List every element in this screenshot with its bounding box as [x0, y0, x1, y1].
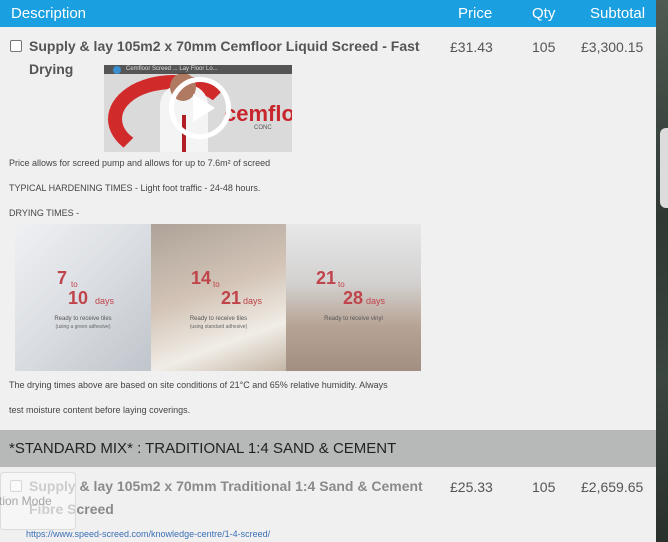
video-title-bar: Cemfloor Screed ... Lay Floor Lo...: [104, 65, 292, 74]
header-subtotal: Subtotal: [590, 5, 646, 22]
item2-price: £25.33: [450, 479, 493, 495]
item1-drying-label: DRYING TIMES -: [9, 208, 80, 218]
item1-price: £31.43: [450, 39, 493, 55]
drying-2-note: (using standard adhesive): [189, 324, 248, 330]
play-icon[interactable]: [169, 77, 231, 139]
item1-conditions-line2: test moisture content before laying cove…: [9, 405, 191, 415]
header-price: Price: [458, 5, 493, 22]
drying-2-from: 14: [191, 268, 212, 288]
item2-title: Supply & lay 105m2 x 70mm Traditional 1:…: [29, 475, 423, 521]
item2-qty: 105: [532, 479, 556, 495]
channel-icon: [113, 66, 121, 74]
drying-1-ready: Ready to receive tiles: [54, 316, 112, 322]
drying-times-image: 7 to 10 days Ready to receive tiles (usi…: [15, 224, 421, 371]
mode-toggle-overlay[interactable]: tion Mode: [0, 472, 76, 530]
item2-title-line2: Fibre Screed: [29, 501, 114, 517]
drying-3-unit: days: [366, 296, 386, 306]
table-header: Description Price Qty Subtotal: [0, 0, 656, 27]
drying-1-unit: days: [95, 296, 115, 306]
drying-panel-3: 21 to 28 days Ready to receive vinyl: [286, 224, 421, 371]
drying-3-ready: Ready to receive vinyl: [324, 316, 383, 322]
video-title: Cemfloor Screed ... Lay Floor Lo...: [126, 66, 218, 72]
quote-table: Description Price Qty Subtotal Supply & …: [0, 0, 656, 542]
drying-3-to: 28: [343, 288, 364, 308]
drying-panel-2: 14 to 21 days Ready to receive tiles (us…: [151, 224, 286, 371]
product-video[interactable]: cemfloor CONC Cemfloor Screed ... Lay Fl…: [104, 65, 292, 152]
mode-label: tion Mode: [0, 494, 52, 508]
background-window-edge: [656, 0, 668, 542]
item1-subtotal: £3,300.15: [581, 39, 644, 55]
video-logo-sub: CONC: [254, 125, 272, 131]
item1-title-line1: Supply & lay 105m2 x 70mm Cemfloor Liqui…: [29, 38, 420, 54]
drying-2-ready: Ready to receive tiles: [189, 316, 248, 322]
drying-3-from: 21: [316, 268, 337, 288]
item1-hardening: TYPICAL HARDENING TIMES - Light foot tra…: [9, 183, 261, 193]
drying-panel-1: 7 to 10 days Ready to receive tiles (usi…: [15, 224, 151, 371]
item1-checkbox[interactable]: [10, 40, 22, 52]
drying-2-unit: days: [243, 296, 263, 306]
header-qty: Qty: [532, 5, 556, 22]
drying-2-to: 21: [221, 288, 242, 308]
item1-conditions-line1: The drying times above are based on site…: [9, 380, 388, 390]
video-logo: cemfloor: [224, 101, 292, 126]
item2-link[interactable]: https://www.speed-screed.com/knowledge-c…: [26, 529, 270, 539]
item1-qty: 105: [532, 39, 556, 55]
item1-note: Price allows for screed pump and allows …: [9, 158, 271, 168]
drying-2-to-word: to: [213, 280, 220, 289]
drying-1-to: 10: [68, 288, 89, 308]
drying-1-from: 7: [57, 268, 68, 288]
item2-subtotal: £2,659.65: [581, 479, 644, 495]
background-shape: [660, 128, 668, 208]
item2-title-line1: Supply & lay 105m2 x 70mm Traditional 1:…: [29, 478, 423, 494]
header-description: Description: [11, 5, 87, 22]
drying-1-note: (using a green adhesive): [55, 324, 111, 330]
section-title: *STANDARD MIX* : TRADITIONAL 1:4 SAND & …: [9, 440, 397, 457]
section-header: *STANDARD MIX* : TRADITIONAL 1:4 SAND & …: [0, 430, 656, 467]
